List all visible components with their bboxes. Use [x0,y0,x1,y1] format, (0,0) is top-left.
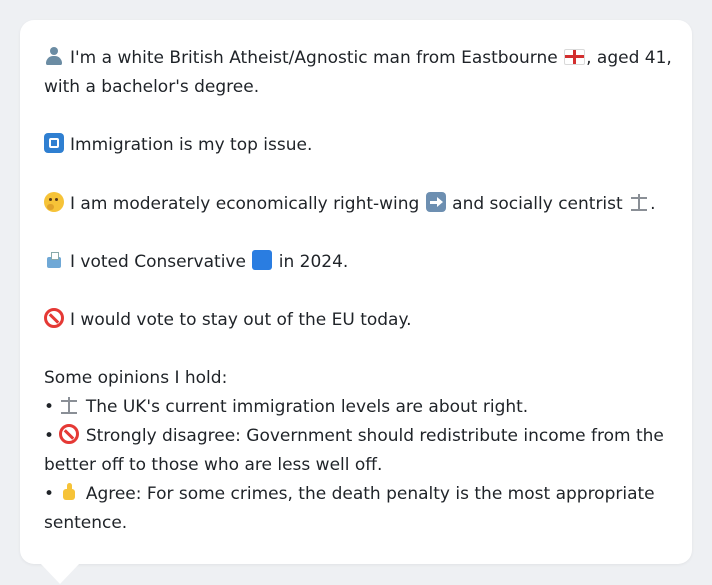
vote-suffix: in 2024. [278,251,349,272]
identity-line-2: with a bachelor's degree. [44,77,260,97]
thumbs-up-icon [59,482,79,502]
thinking-face-icon [44,191,64,212]
identity-text: I'm a white British Atheist/Agnostic man… [70,48,558,68]
eu-line: I would vote to stay out of the EU today… [44,306,668,335]
opinion-text-continued: better off to those who are less well of… [44,455,383,476]
opinion-item: • Agree: For some crimes, the death pena… [44,480,668,509]
age-text: , aged 41, [586,48,672,68]
right-arrow-icon [425,191,446,212]
opinion-text-continued: sentence. [44,513,128,534]
vote-prefix: I voted Conservative [70,251,246,272]
social-tail: . [650,193,656,214]
ballot-box-icon [44,250,64,270]
social-text: and socially centrist [452,193,623,214]
opinion-text: The UK's current immigration levels are … [85,397,529,418]
ideology-line: I am moderately economically right-wing … [44,190,668,219]
opinion-text: Agree: For some crimes, the death penalt… [85,484,655,505]
top-issue-line: Immigration is my top issue. [44,131,668,160]
bullet: • [44,397,55,418]
persona-card: I'm a white British Atheist/Agnostic man… [20,20,692,564]
economic-text: I am moderately economically right-wing [70,193,420,214]
prohibited-icon [59,424,80,445]
bullet: • [44,484,55,505]
speech-bubble-tail [40,563,80,584]
opinion-text: Strongly disagree: Government should red… [85,426,664,447]
opinion-item: • The UK's current immigration levels ar… [44,393,668,422]
blue-square-icon [252,249,273,270]
england-flag-icon [564,49,586,65]
passport-control-icon [44,133,64,154]
opinions-heading: Some opinions I hold: [44,368,228,389]
identity-line-1: I'm a white British Atheist/Agnostic man… [44,44,672,73]
scales-icon [59,395,79,415]
eu-text: I would vote to stay out of the EU today… [70,310,412,331]
scales-icon [629,192,649,212]
opinion-item: • Strongly disagree: Government should r… [44,422,668,451]
person-icon [44,46,64,66]
bullet: • [44,426,55,447]
vote-line: I voted Conservative in 2024. [44,248,668,277]
top-issue-text: Immigration is my top issue. [70,135,313,156]
prohibited-icon [44,308,64,329]
